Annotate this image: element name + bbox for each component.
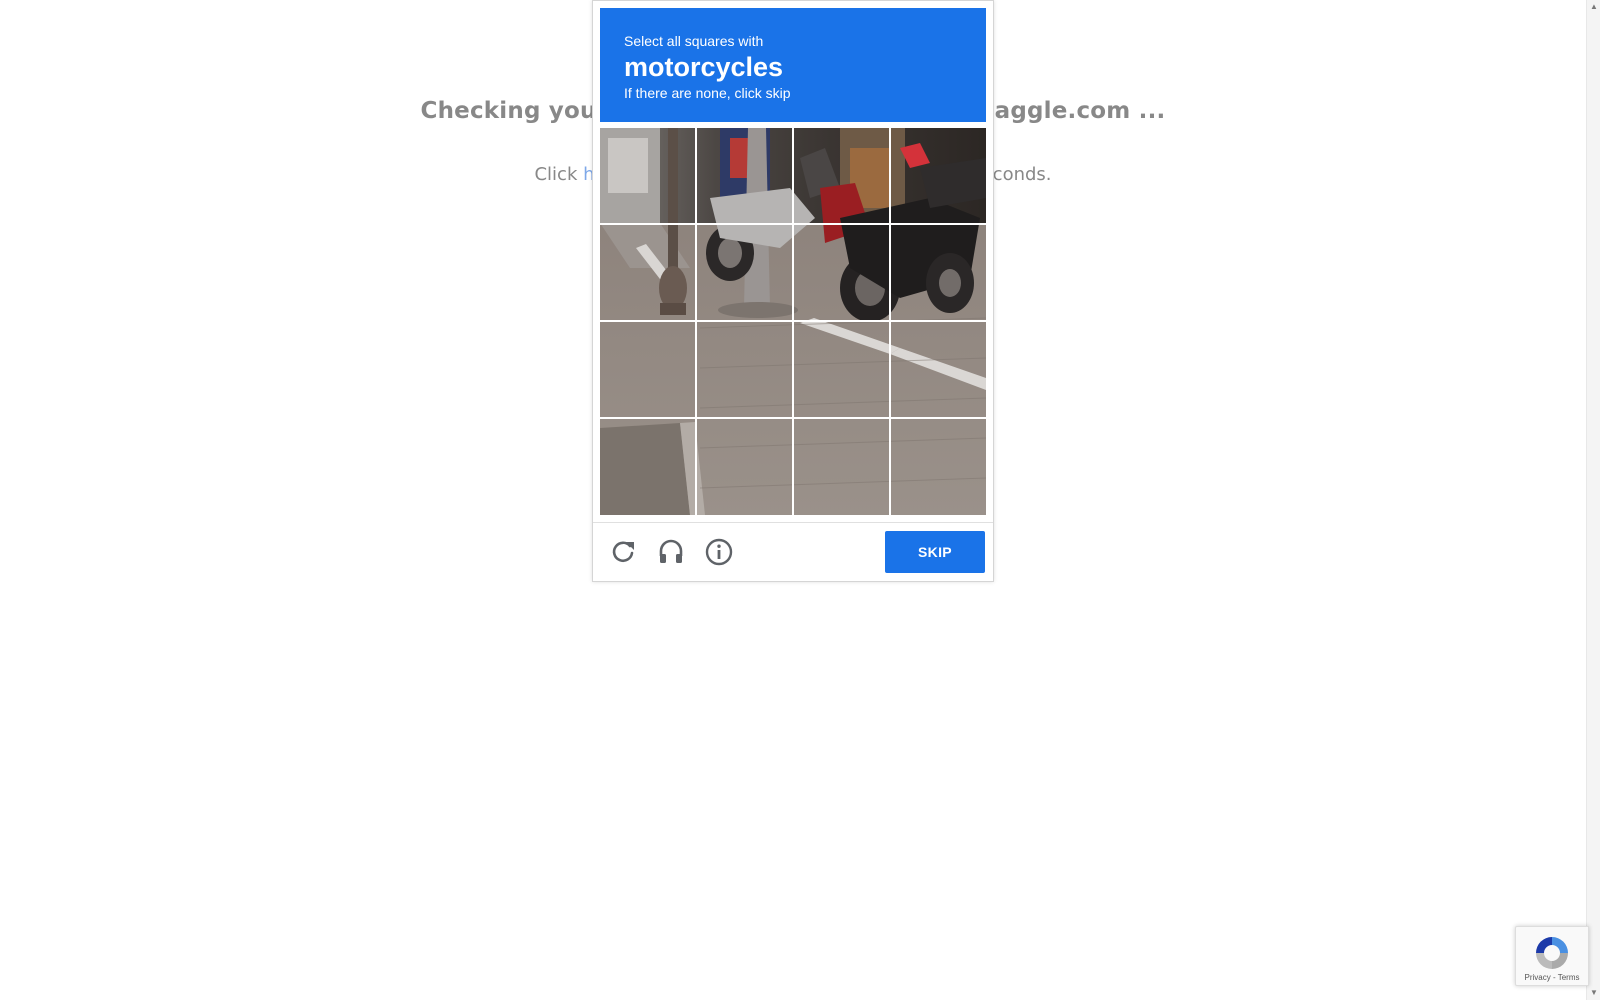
page-heading-left: Checking you (420, 98, 597, 124)
footer-divider (593, 522, 993, 523)
captcha-header: Select all squares with motorcycles If t… (600, 8, 986, 122)
grid-tile-r4-c3[interactable] (794, 419, 889, 514)
page-scrollbar[interactable]: ▲ ▼ (1586, 0, 1600, 1000)
grid-tile-r2-c3[interactable] (794, 225, 889, 320)
page-heading-right: aggle.com ... (994, 98, 1166, 124)
grid-tile-r1-c2[interactable] (697, 128, 792, 223)
captcha-challenge: Select all squares with motorcycles If t… (592, 0, 994, 582)
privacy-link[interactable]: Privacy (1525, 973, 1551, 982)
recaptcha-logo-icon (1536, 937, 1568, 969)
badge-separator: - (1550, 973, 1558, 982)
headphones-icon[interactable] (655, 536, 687, 568)
grid-tile-r1-c4[interactable] (891, 128, 986, 223)
recaptcha-badge[interactable]: Privacy - Terms (1515, 926, 1589, 986)
grid-tile-r3-c2[interactable] (697, 322, 792, 417)
grid-tile-r1-c1[interactable] (600, 128, 695, 223)
grid-tile-r2-c4[interactable] (891, 225, 986, 320)
skip-button[interactable]: SKIP (885, 531, 985, 573)
reload-icon[interactable] (607, 536, 639, 568)
grid-tile-r1-c3[interactable] (794, 128, 889, 223)
captcha-instruction: Select all squares with (624, 33, 764, 49)
captcha-image-grid (600, 128, 986, 515)
captcha-target: motorcycles (624, 52, 784, 82)
grid-tile-r2-c1[interactable] (600, 225, 695, 320)
scroll-up-arrow-icon[interactable]: ▲ (1589, 2, 1599, 12)
grid-tile-r4-c1[interactable] (600, 419, 695, 514)
scroll-down-arrow-icon[interactable]: ▼ (1589, 988, 1599, 998)
info-icon[interactable] (703, 536, 735, 568)
badge-links: Privacy - Terms (1516, 973, 1588, 982)
grid-tile-r2-c2[interactable] (697, 225, 792, 320)
grid-tile-r4-c4[interactable] (891, 419, 986, 514)
grid-tile-r3-c3[interactable] (794, 322, 889, 417)
grid-tile-r3-c4[interactable] (891, 322, 986, 417)
captcha-hint: If there are none, click skip (624, 85, 791, 101)
redirect-click-text: Click (534, 164, 578, 185)
grid-tile-r3-c1[interactable] (600, 322, 695, 417)
terms-link[interactable]: Terms (1558, 973, 1580, 982)
grid-tile-r4-c2[interactable] (697, 419, 792, 514)
